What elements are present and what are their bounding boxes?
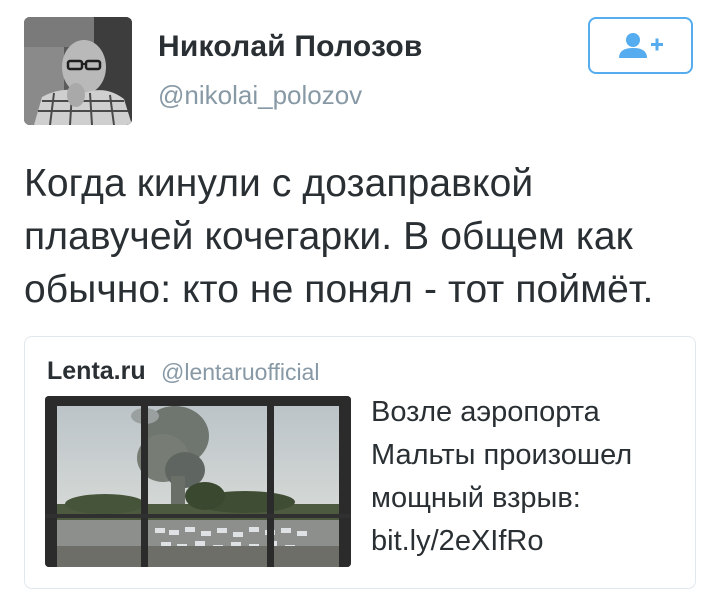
- quoted-tweet-image[interactable]: [45, 396, 351, 567]
- avatar-photo-icon: [24, 17, 132, 125]
- quoted-author-name[interactable]: Lenta.ru: [47, 357, 146, 386]
- explosion-photo-icon: [45, 396, 351, 567]
- tweet-text: Когда кинули с дозаправкой плавучей коче…: [24, 162, 654, 311]
- quoted-tweet-text: Возле аэропорта Мальты произошел мощный …: [371, 396, 633, 557]
- author-avatar[interactable]: [24, 17, 132, 125]
- follow-button[interactable]: [588, 17, 693, 74]
- quoted-author-handle[interactable]: @lentaruofficial: [161, 359, 319, 386]
- quoted-tweet-card[interactable]: Lenta.ru @lentaruofficial Возле аэропорт…: [24, 336, 696, 589]
- add-user-icon: [618, 32, 663, 58]
- author-name[interactable]: Николай Полозов: [158, 30, 423, 64]
- author-handle[interactable]: @nikolai_polozov: [158, 80, 362, 111]
